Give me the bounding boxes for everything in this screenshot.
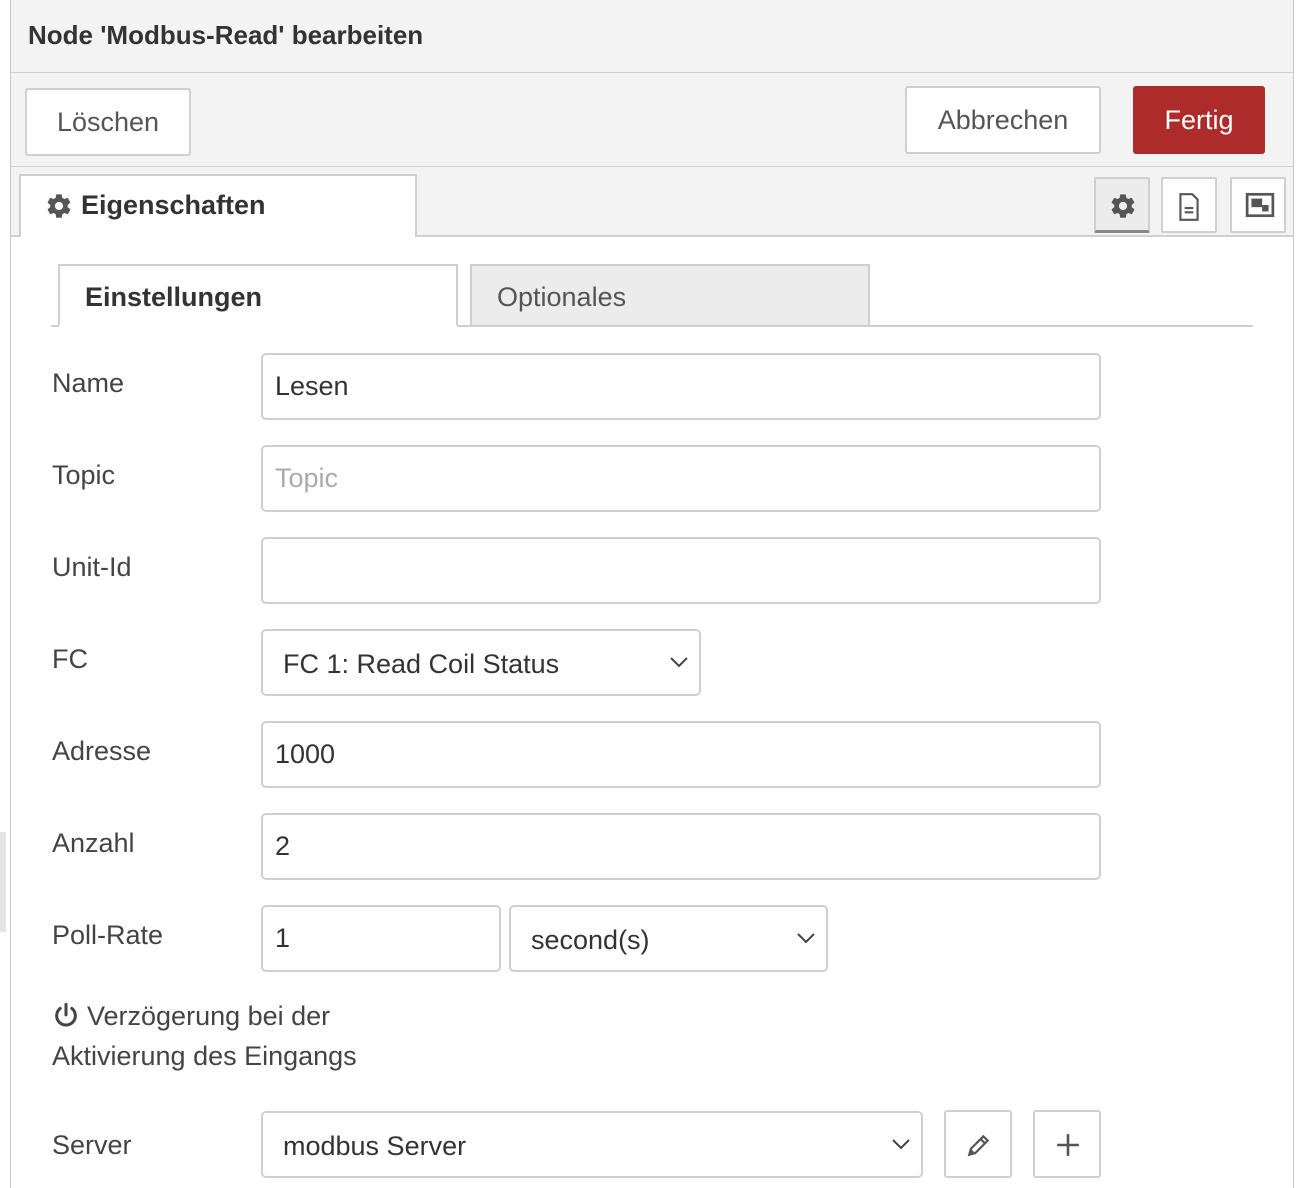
topic-label: Topic xyxy=(52,460,116,490)
gear-icon xyxy=(47,194,71,218)
properties-tabbar: Eigenschaften xyxy=(11,167,1293,237)
tab-einstellungen[interactable]: Einstellungen xyxy=(58,264,458,327)
cancel-button[interactable]: Abbrechen xyxy=(905,86,1101,154)
fc-select[interactable]: FC 1: Read Coil Status xyxy=(261,629,701,696)
chevron-down-icon xyxy=(892,1139,910,1150)
server-label: Server xyxy=(52,1130,132,1160)
edit-tray: Node 'Modbus-Read' bearbeiten Löschen Ab… xyxy=(10,0,1294,1188)
add-server-button[interactable] xyxy=(1033,1110,1101,1178)
gear-icon xyxy=(1111,194,1135,218)
fc-select-value: FC 1: Read Coil Status xyxy=(283,649,560,679)
node-properties-button[interactable] xyxy=(1094,177,1150,233)
unit-id-label: Unit-Id xyxy=(52,552,132,582)
tray-title: Node 'Modbus-Read' bearbeiten xyxy=(28,20,424,50)
node-appearance-button[interactable] xyxy=(1230,177,1286,233)
tab-optionales[interactable]: Optionales xyxy=(470,264,870,327)
quantity-input[interactable] xyxy=(261,813,1101,880)
appearance-icon xyxy=(1245,192,1275,218)
address-input[interactable] xyxy=(261,721,1101,788)
tray-toolbar: Löschen Abbrechen Fertig xyxy=(11,73,1293,167)
server-select[interactable]: modbus Server xyxy=(261,1111,923,1178)
tab-optionales-label: Optionales xyxy=(497,282,627,312)
tab-properties-label: Eigenschaften xyxy=(81,190,266,220)
delete-button[interactable]: Löschen xyxy=(25,88,191,156)
fc-label: FC xyxy=(52,644,88,674)
tray-header: Node 'Modbus-Read' bearbeiten xyxy=(11,0,1293,73)
poll-rate-unit-select[interactable]: second(s) xyxy=(509,905,828,972)
poll-rate-input[interactable] xyxy=(261,905,501,972)
name-label: Name xyxy=(52,368,125,398)
server-select-value: modbus Server xyxy=(283,1131,467,1161)
delay-label-line2: Aktivierung des Eingangs xyxy=(52,1041,357,1071)
poll-rate-label: Poll-Rate xyxy=(52,920,164,950)
address-label: Adresse xyxy=(52,736,152,766)
name-input[interactable] xyxy=(261,353,1101,420)
topic-input[interactable] xyxy=(261,445,1101,512)
done-button[interactable]: Fertig xyxy=(1133,86,1265,154)
tab-properties[interactable]: Eigenschaften xyxy=(19,174,417,237)
node-description-button[interactable] xyxy=(1161,177,1217,233)
pencil-icon xyxy=(967,1134,990,1157)
tab-einstellungen-label: Einstellungen xyxy=(85,282,263,312)
left-scroll-edge xyxy=(0,832,6,932)
delay-label-line1: Verzögerung bei der xyxy=(87,1001,331,1031)
description-icon xyxy=(1179,193,1199,221)
power-icon xyxy=(55,1002,77,1027)
chevron-down-icon xyxy=(797,933,815,944)
quantity-label: Anzahl xyxy=(52,828,135,858)
chevron-down-icon xyxy=(670,657,688,668)
plus-icon xyxy=(1057,1134,1079,1156)
edit-server-button[interactable] xyxy=(944,1110,1012,1178)
unit-id-input[interactable] xyxy=(261,537,1101,604)
poll-rate-unit-value: second(s) xyxy=(531,925,650,955)
